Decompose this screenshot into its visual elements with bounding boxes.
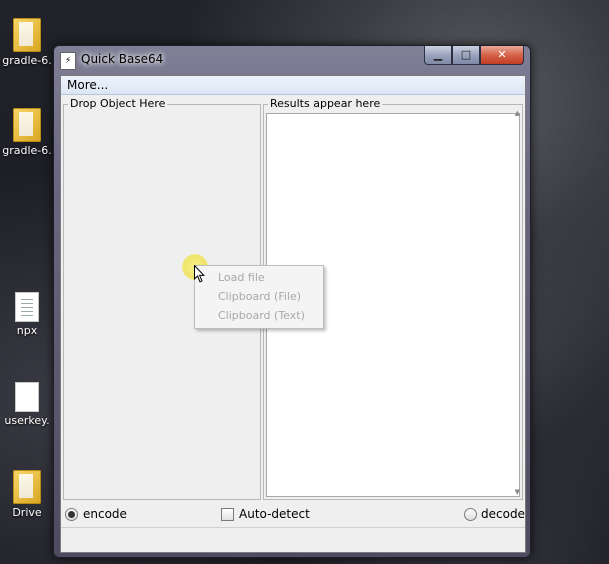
file-icon xyxy=(15,382,39,412)
menu-item-load-file[interactable]: Load file xyxy=(218,271,265,284)
title-bar[interactable]: ⚡ Quick Base64 ▁ □ ✕ xyxy=(54,46,530,74)
folder-icon xyxy=(13,470,41,504)
minimize-icon: ▁ xyxy=(433,48,443,61)
maximize-icon: □ xyxy=(460,48,472,61)
drop-zone-label: Drop Object Here xyxy=(68,97,168,110)
menu-bar: More... xyxy=(61,76,525,95)
maximize-button[interactable]: □ xyxy=(452,46,480,65)
folder-zip-icon xyxy=(13,18,41,52)
desktop-icon-label: userkey. xyxy=(4,414,50,427)
context-menu: Load file Clipboard (File) Clipboard (Te… xyxy=(194,265,324,329)
autodetect-label[interactable]: Auto-detect xyxy=(239,507,310,521)
decode-label[interactable]: decode xyxy=(481,507,525,521)
desktop-icon-userkey[interactable]: userkey. xyxy=(0,382,54,427)
caption-buttons: ▁ □ ✕ xyxy=(424,46,524,65)
desktop-icon-label: gradle-6. xyxy=(2,54,52,67)
desktop-icon-gradle-folder[interactable]: gradle-6. xyxy=(0,108,54,157)
desktop-icon-label: Drive xyxy=(12,506,42,519)
folder-icon xyxy=(13,108,41,142)
autodetect-checkbox[interactable] xyxy=(221,508,234,521)
scroll-down-icon[interactable]: ▼ xyxy=(515,488,520,496)
desktop-icon-drive[interactable]: Drive xyxy=(0,470,54,519)
desktop-icon-label: npx xyxy=(16,324,38,337)
encode-radio[interactable] xyxy=(65,508,78,521)
desktop-icon-label: gradle-6. xyxy=(2,144,52,157)
decode-radio[interactable] xyxy=(464,508,477,521)
encode-label[interactable]: encode xyxy=(83,507,127,521)
desktop-icon-npx[interactable]: npx xyxy=(0,292,54,337)
text-file-icon xyxy=(15,292,39,322)
mouse-cursor-icon xyxy=(194,265,205,283)
status-bar xyxy=(61,527,525,552)
menu-item-clipboard-file[interactable]: Clipboard (File) xyxy=(218,290,301,303)
results-label: Results appear here xyxy=(268,97,383,110)
window-title: Quick Base64 xyxy=(81,52,164,66)
menu-item-clipboard-text[interactable]: Clipboard (Text) xyxy=(218,309,305,322)
scroll-up-icon[interactable]: ▲ xyxy=(515,109,520,117)
options-row: encode Auto-detect decode xyxy=(61,504,525,526)
menu-more[interactable]: More... xyxy=(67,78,108,92)
desktop-icon-gradle-zip[interactable]: gradle-6. xyxy=(0,18,54,67)
app-icon[interactable]: ⚡ xyxy=(60,52,76,70)
close-button[interactable]: ✕ xyxy=(480,46,524,65)
minimize-button[interactable]: ▁ xyxy=(424,46,452,65)
close-icon: ✕ xyxy=(497,48,507,61)
